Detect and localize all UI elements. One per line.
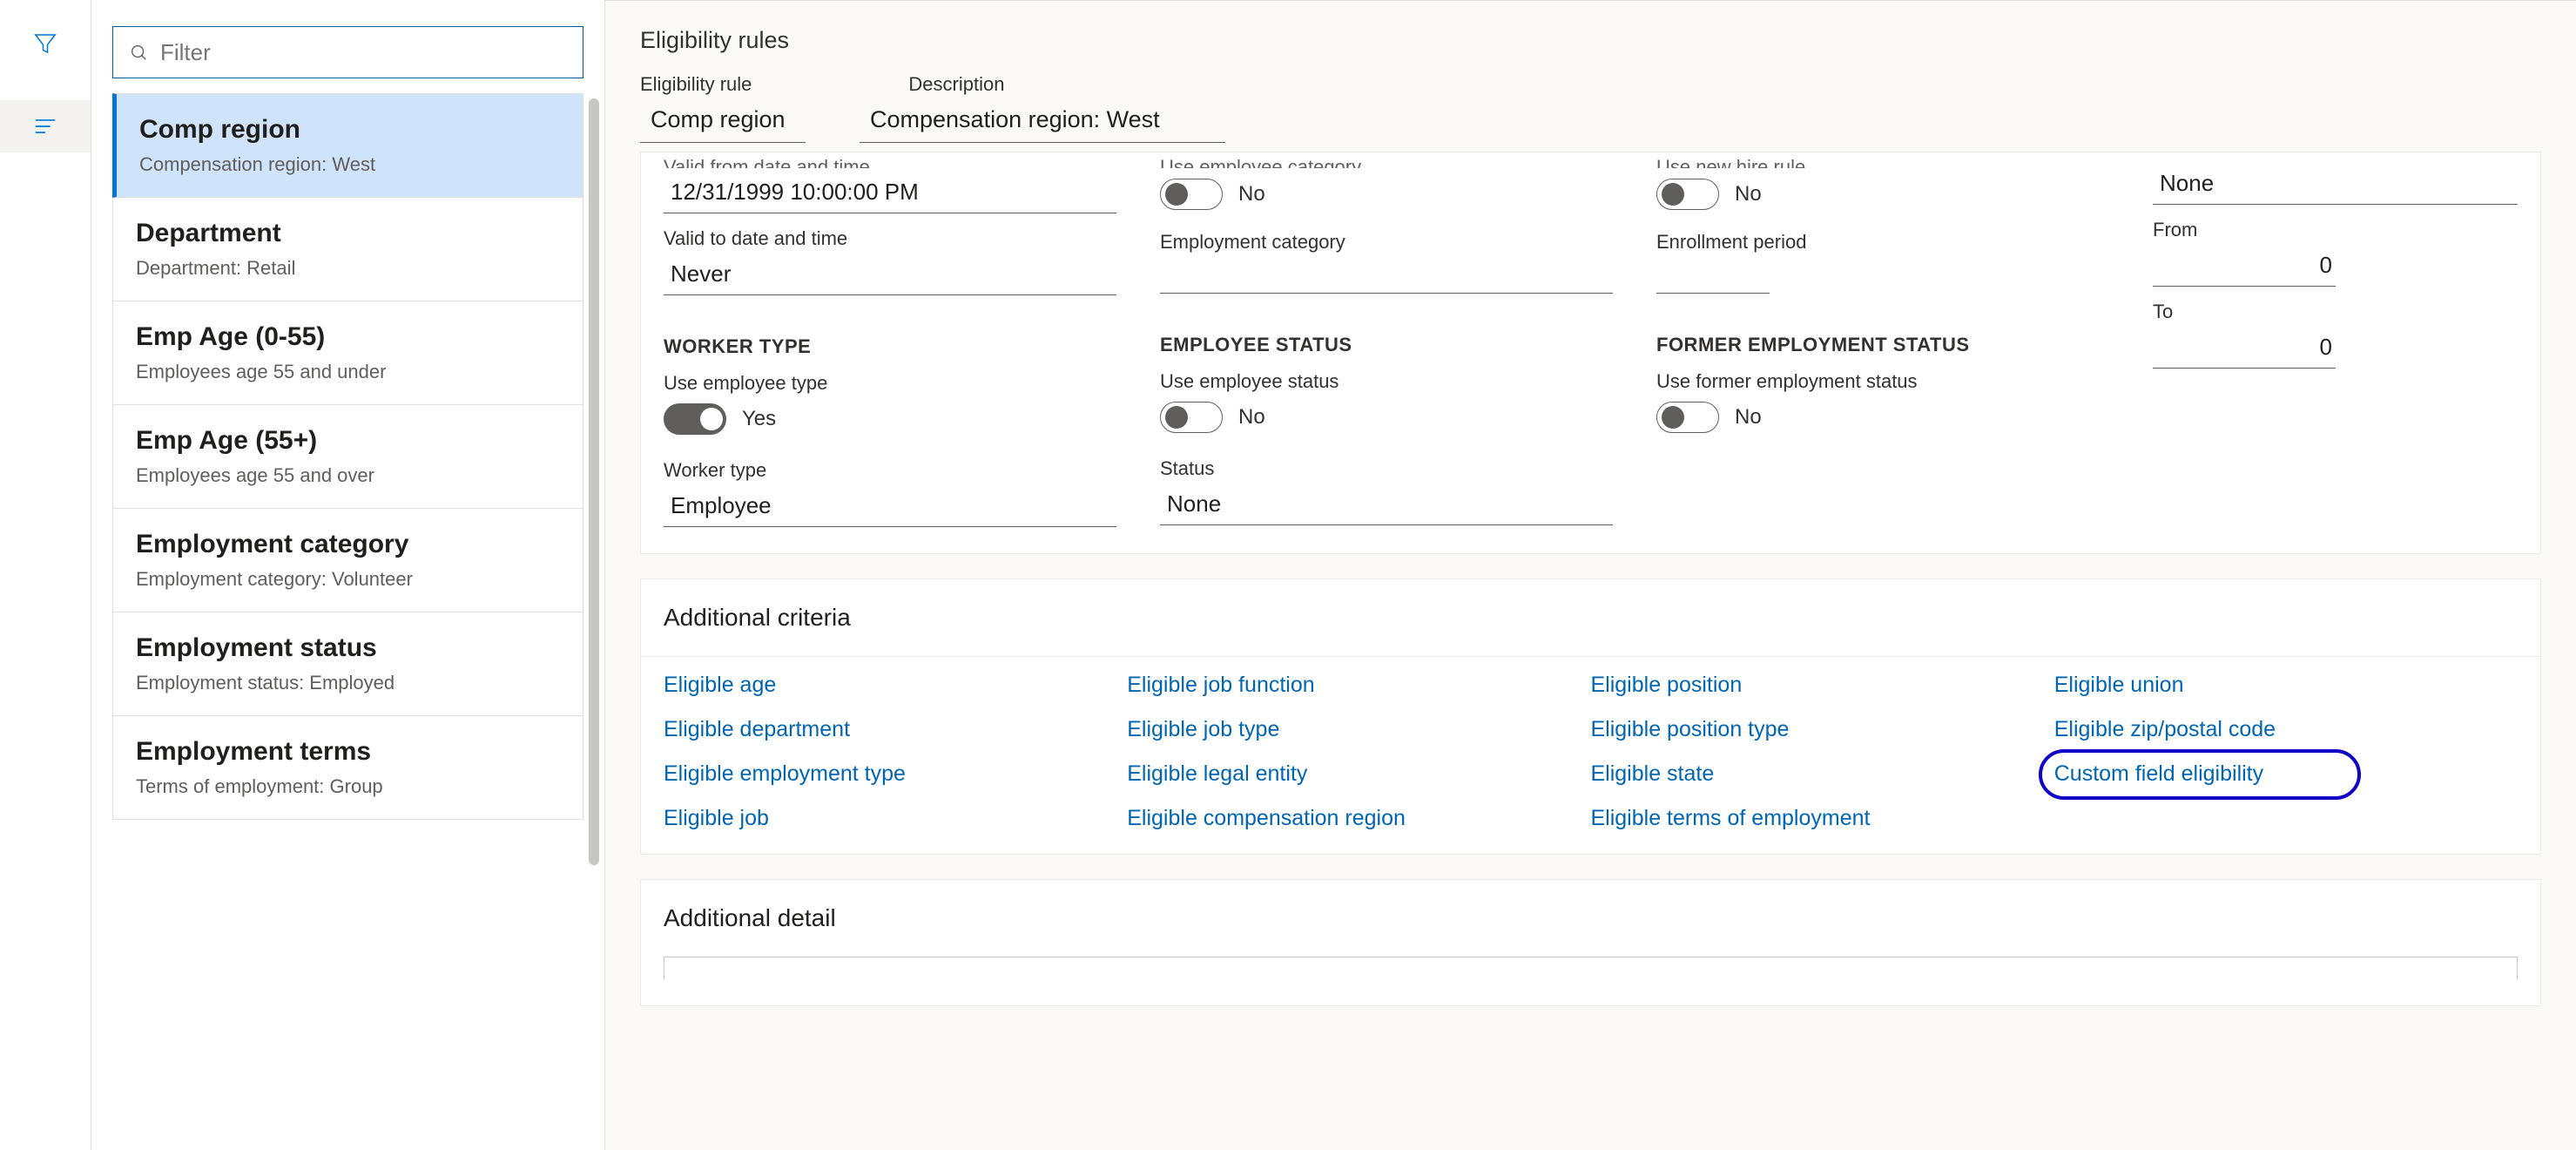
toggle-use-new-hire-label: No [1735, 182, 1762, 206]
link-eligible-state[interactable]: Eligible state [1591, 761, 2054, 787]
filter-icon[interactable] [28, 26, 63, 61]
toggle-use-employee-type-label: Yes [742, 407, 776, 431]
sidebar-scrollbar[interactable] [589, 98, 599, 865]
list-item[interactable]: Comp region Compensation region: West [112, 93, 583, 198]
main-content: Eligibility rules Eligibility rule Descr… [605, 0, 2576, 1150]
label-status: Status [1160, 457, 1613, 480]
rule-list: Comp region Compensation region: West De… [91, 93, 604, 820]
label-use-emp-type: Use employee type [664, 372, 1116, 395]
label-to: To [2153, 301, 2518, 323]
page-title: Eligibility rules [640, 27, 2541, 54]
label-from: From [2153, 219, 2518, 241]
link-eligible-job-type[interactable]: Eligible job type [1127, 717, 1590, 742]
section-worker-type: WORKER TYPE [664, 335, 1116, 358]
list-item[interactable]: Department Department: Retail [112, 197, 583, 301]
toggle-use-employee-type[interactable] [664, 403, 726, 435]
field-status[interactable]: None [1160, 482, 1613, 525]
field-from[interactable]: 0 [2153, 243, 2336, 287]
list-item[interactable]: Emp Age (55+) Employees age 55 and over [112, 404, 583, 509]
label-valid-from: Valid from date and time [664, 156, 1116, 168]
toggle-use-employee-status-label: No [1238, 405, 1265, 430]
item-sub: Employees age 55 and over [136, 464, 560, 487]
toggle-use-new-hire[interactable] [1656, 179, 1719, 210]
link-eligible-zip-postal[interactable]: Eligible zip/postal code [2054, 717, 2518, 742]
link-eligible-employment-type[interactable]: Eligible employment type [664, 761, 1127, 787]
item-sub: Employment status: Employed [136, 672, 560, 694]
filter-box[interactable] [112, 26, 583, 78]
filter-input[interactable] [158, 38, 567, 67]
label-valid-to: Valid to date and time [664, 227, 1116, 250]
additional-detail-title[interactable]: Additional detail [641, 880, 2540, 957]
link-eligible-terms-of-employment[interactable]: Eligible terms of employment [1591, 806, 2054, 831]
general-panel: Valid from date and time 12/31/1999 10:0… [640, 152, 2541, 554]
section-former-emp-status: FORMER EMPLOYMENT STATUS [1656, 334, 2109, 356]
field-valid-to[interactable]: Never [664, 252, 1116, 295]
item-sub: Department: Retail [136, 257, 560, 280]
field-employment-category[interactable] [1160, 255, 1613, 294]
link-eligible-job-function[interactable]: Eligible job function [1127, 673, 1590, 698]
label-worker-type: Worker type [664, 459, 1116, 482]
item-title: Employment status [136, 633, 560, 663]
item-sub: Employees age 55 and under [136, 361, 560, 383]
link-eligible-union[interactable]: Eligible union [2054, 673, 2518, 698]
item-sub: Compensation region: West [139, 153, 560, 176]
header-rule-value[interactable]: Comp region [640, 101, 806, 143]
header-col-label: Description [908, 73, 1004, 96]
link-custom-field-eligibility-label: Custom field eligibility [2054, 761, 2263, 786]
toggle-use-former-emp-status[interactable] [1656, 402, 1719, 433]
label-use-emp-status: Use employee status [1160, 370, 1613, 393]
link-eligible-compensation-region[interactable]: Eligible compensation region [1127, 806, 1590, 831]
list-item[interactable]: Employment category Employment category:… [112, 508, 583, 612]
link-eligible-position-type[interactable]: Eligible position type [1591, 717, 2054, 742]
item-title: Emp Age (0-55) [136, 322, 560, 352]
left-rail [0, 0, 91, 1150]
field-worker-type[interactable]: Employee [664, 484, 1116, 527]
list-item[interactable]: Employment terms Terms of employment: Gr… [112, 715, 583, 820]
label-enrollment-period: Enrollment period [1656, 231, 2109, 254]
link-custom-field-eligibility[interactable]: Custom field eligibility [2054, 761, 2518, 787]
label-use-emp-category: Use employee category [1160, 156, 1613, 168]
toggle-use-former-emp-status-label: No [1735, 405, 1762, 430]
item-title: Department [136, 219, 560, 248]
link-eligible-department[interactable]: Eligible department [664, 717, 1127, 742]
item-title: Employment category [136, 530, 560, 559]
section-employee-status: EMPLOYEE STATUS [1160, 334, 1613, 356]
toggle-use-employee-category-label: No [1238, 182, 1265, 206]
link-eligible-position[interactable]: Eligible position [1591, 673, 2054, 698]
toggle-use-employee-status[interactable] [1160, 402, 1223, 433]
list-item[interactable]: Emp Age (0-55) Employees age 55 and unde… [112, 301, 583, 405]
item-sub: Terms of employment: Group [136, 775, 560, 798]
detail-box [664, 957, 2518, 979]
additional-criteria-panel: Additional criteria Eligible age Eligibl… [640, 578, 2541, 855]
additional-detail-panel: Additional detail [640, 879, 2541, 1006]
link-eligible-legal-entity[interactable]: Eligible legal entity [1127, 761, 1590, 787]
link-eligible-job[interactable]: Eligible job [664, 806, 1127, 831]
label-use-new-hire: Use new hire rule [1656, 156, 2109, 168]
field-to[interactable]: 0 [2153, 325, 2336, 369]
item-title: Comp region [139, 115, 560, 145]
list-item[interactable]: Employment status Employment status: Emp… [112, 612, 583, 716]
field-none[interactable]: None [2153, 161, 2518, 205]
item-sub: Employment category: Volunteer [136, 568, 560, 591]
toggle-use-employee-category[interactable] [1160, 179, 1223, 210]
additional-criteria-title[interactable]: Additional criteria [641, 579, 2540, 657]
label-use-former-emp-status: Use former employment status [1656, 370, 2109, 393]
link-eligible-age[interactable]: Eligible age [664, 673, 1127, 698]
search-icon [129, 43, 148, 62]
header-col-label: Eligibility rule [640, 73, 752, 96]
sidebar: Comp region Compensation region: West De… [91, 0, 605, 1150]
item-title: Employment terms [136, 737, 560, 767]
sort-icon[interactable] [28, 109, 63, 144]
field-valid-from[interactable]: 12/31/1999 10:00:00 PM [664, 170, 1116, 213]
header-desc-value[interactable]: Compensation region: West [860, 101, 1225, 143]
field-enrollment-period[interactable] [1656, 255, 1770, 294]
label-employment-category: Employment category [1160, 231, 1613, 254]
item-title: Emp Age (55+) [136, 426, 560, 456]
